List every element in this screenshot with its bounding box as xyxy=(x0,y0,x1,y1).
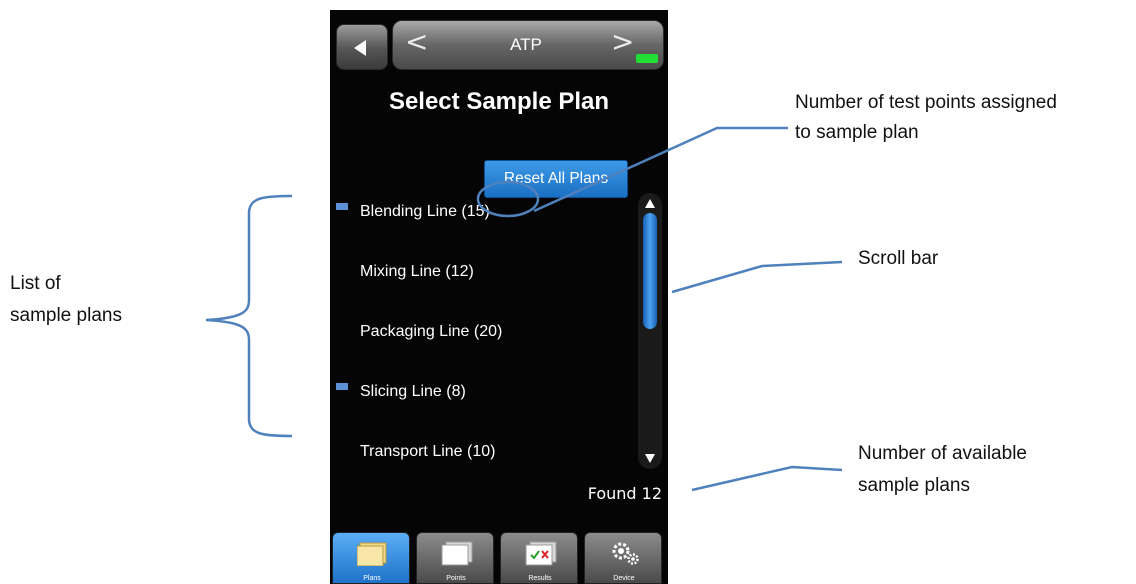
annotation-line: sample plans xyxy=(858,475,970,496)
annotation-line: to sample plan xyxy=(795,122,919,143)
annotation-line: sample plans xyxy=(10,305,122,326)
test-points-pointer-line xyxy=(533,126,788,213)
scroll-bar-pointer-line xyxy=(671,260,843,294)
annotation-line: List of xyxy=(10,273,61,294)
available-annotation: Number of available sample plans xyxy=(858,440,1027,500)
annotation-line: Number of test points assigned xyxy=(795,92,1057,113)
annotation-line: Number of available xyxy=(858,443,1027,464)
list-annotation: List of sample plans xyxy=(10,270,122,330)
count-highlight-circle xyxy=(476,180,540,218)
found-pointer-line xyxy=(691,465,843,492)
list-bracket xyxy=(205,194,293,438)
scroll-bar-annotation: Scroll bar xyxy=(858,248,939,269)
test-points-annotation: Number of test points assigned to sample… xyxy=(795,89,1057,147)
